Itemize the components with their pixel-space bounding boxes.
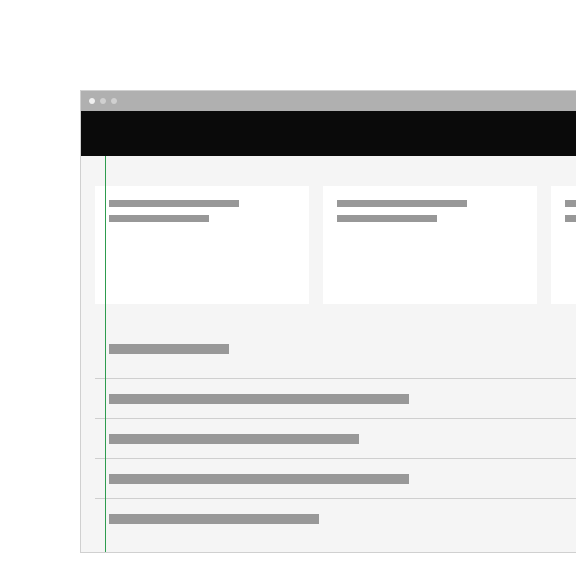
card-subtitle-placeholder [337,215,437,222]
window-titlebar [81,91,576,111]
page-content [81,156,576,552]
expandable-rows [95,378,576,538]
summary-card[interactable] [95,186,309,304]
vertical-accent-line [105,156,106,552]
browser-window [80,90,576,553]
card-subtitle-placeholder [565,215,576,222]
summary-card[interactable] [323,186,537,304]
row-label-placeholder [109,434,359,444]
row-label-placeholder [109,514,319,524]
card-title-placeholder [109,200,239,207]
list-item [95,458,576,498]
card-subtitle-placeholder [109,215,209,222]
card-title-placeholder [337,200,467,207]
row-label-placeholder [109,474,409,484]
section-title-placeholder [109,344,229,354]
app-header [81,111,576,156]
card-title-placeholder [565,200,576,207]
summary-card[interactable] [551,186,576,304]
minimize-window-icon[interactable] [100,98,106,104]
list-item [95,418,576,458]
close-window-icon[interactable] [89,98,95,104]
maximize-window-icon[interactable] [111,98,117,104]
row-label-placeholder [109,394,409,404]
list-item [95,378,576,418]
cards-row [95,186,576,304]
list-item [95,498,576,538]
